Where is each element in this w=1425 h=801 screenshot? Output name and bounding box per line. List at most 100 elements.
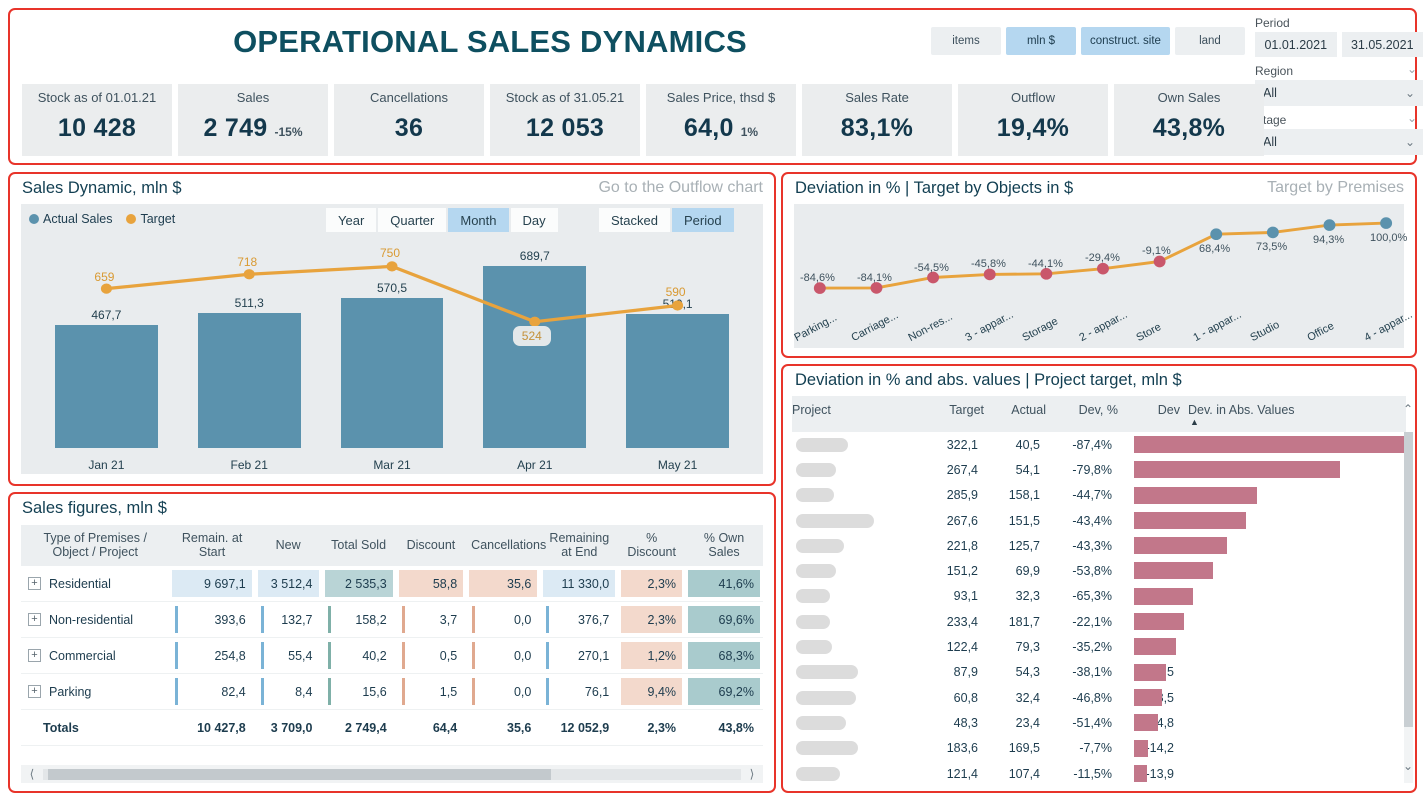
granularity-tab-quarter[interactable]: Quarter xyxy=(378,208,447,232)
kpi-card-6[interactable]: Outflow 19,4% xyxy=(958,84,1108,156)
table-row[interactable]: 322,140,5-87,4%-281,6 xyxy=(792,432,1406,457)
expand-icon[interactable]: + xyxy=(28,613,41,627)
cell-value: 9,4% xyxy=(621,678,683,706)
unit-toggle-1[interactable]: mln $ xyxy=(1006,27,1076,55)
scroll-left-arrow[interactable]: ⟨ xyxy=(21,767,43,781)
expand-icon[interactable]: + xyxy=(28,685,41,699)
unit-toggle-2[interactable]: construct. site xyxy=(1081,27,1170,55)
region-select[interactable]: All ⌄ xyxy=(1255,80,1423,106)
redacted-project-name xyxy=(796,741,858,756)
cell-2: 158,2 xyxy=(321,601,396,639)
kpi-card-3[interactable]: Stock as of 31.05.21 12 053 xyxy=(490,84,640,156)
sales-figures-title: Sales figures, mln $ xyxy=(22,499,167,517)
deviation-bar-cell xyxy=(1134,761,1406,785)
kpi-card-7[interactable]: Own Sales 43,8% xyxy=(1114,84,1264,156)
page-title: OPERATIONAL SALES DYNAMICS xyxy=(233,24,747,59)
deviation-point-6[interactable] xyxy=(1153,255,1166,268)
table-row[interactable]: 151,269,9-53,8%-81,3 xyxy=(792,558,1406,583)
row-name: + Residential xyxy=(21,577,169,591)
deviation-column-5[interactable]: Dev. in Abs. Values ▲ xyxy=(1180,403,1406,427)
scrollbar-thumb[interactable] xyxy=(1404,432,1413,727)
expand-icon[interactable]: + xyxy=(28,577,41,590)
target-point-0[interactable] xyxy=(100,283,112,294)
granularity-tab-month[interactable]: Month xyxy=(448,208,509,232)
expand-icon[interactable]: + xyxy=(28,649,41,663)
kpi-card-4[interactable]: Sales Price, thsd $ 64,0 1% xyxy=(646,84,796,156)
scrollbar-track[interactable] xyxy=(43,768,741,780)
kpi-delta: 1% xyxy=(740,124,759,139)
table-row[interactable]: + Parking 82,4 8,4 15,6 1,5 0,0 76,1 9,4% 69,2% xyxy=(21,673,763,711)
scroll-right-arrow[interactable]: ⟩ xyxy=(741,767,763,781)
horizontal-scrollbar[interactable]: ⟨ ⟩ xyxy=(21,765,763,783)
table-row[interactable]: 267,454,1-79,8%-213,3 xyxy=(792,457,1406,482)
target-line-series xyxy=(100,261,684,327)
scroll-up-arrow[interactable]: ⌃ xyxy=(1403,402,1413,416)
deviation-column-4[interactable]: Dev xyxy=(1118,403,1180,417)
table-row[interactable]: 48,3 23,4 -51,4% -24,8 xyxy=(792,710,1406,735)
table-row[interactable]: 233,4181,7-22,1%-51,7 xyxy=(792,609,1406,634)
vertical-scrollbar[interactable] xyxy=(1404,432,1413,783)
table-row[interactable]: + Non-residential 393,6 132,7 158,2 3,7 0,0 376… xyxy=(21,601,763,639)
kpi-card-0[interactable]: Stock as of 01.01.21 10 428 xyxy=(22,84,172,156)
deviation-column-0[interactable]: Project xyxy=(792,403,912,417)
go-to-outflow-chart-link[interactable]: Go to the Outflow chart xyxy=(598,179,763,197)
date-from-input[interactable]: 01.01.2021 xyxy=(1255,32,1337,57)
deviation-point-10[interactable] xyxy=(1380,217,1393,229)
granularity-tab-year[interactable]: Year xyxy=(326,208,377,232)
kpi-value-row: 2 749 -15% xyxy=(203,114,302,143)
cell-2: 32,4 xyxy=(1015,690,1040,705)
unit-toggle-0[interactable]: items xyxy=(931,27,1001,55)
deviation-point-5[interactable] xyxy=(1097,262,1109,275)
kpi-value-row: 64,0 1% xyxy=(684,114,758,143)
table-row[interactable]: 221,8125,7-43,3%-96,1 xyxy=(792,533,1406,558)
target-point-4[interactable] xyxy=(672,300,684,311)
deviation-point-8[interactable] xyxy=(1266,226,1279,239)
kpi-card-1[interactable]: Sales 2 749 -15% xyxy=(178,84,328,156)
mode-tab-period[interactable]: Period xyxy=(671,208,734,232)
table-row[interactable]: 285,9158,1-44,7%-127,8 xyxy=(792,483,1406,508)
deviation-column-2[interactable]: Actual xyxy=(984,403,1046,417)
unit-toggle-3[interactable]: land xyxy=(1174,27,1245,55)
deviation-point-9[interactable] xyxy=(1323,219,1336,231)
deviation-label-10: 100,0% xyxy=(1370,231,1408,244)
cell-1: 267,6 xyxy=(946,513,978,528)
scrollbar-thumb[interactable] xyxy=(48,768,551,780)
granularity-tab-day[interactable]: Day xyxy=(510,208,558,232)
table-row[interactable]: 93,132,3-65,3%-60,8 xyxy=(792,584,1406,609)
cell-5: 11 330,0 xyxy=(540,565,619,603)
column-header-7: % Discount xyxy=(618,525,686,566)
table-row[interactable]: + Commercial 254,8 55,4 40,2 0,5 0,0 270,1 1,2% 6… xyxy=(21,637,763,675)
totals-cell-0: 10 427,8 xyxy=(169,709,255,747)
table-row[interactable]: + Residential 9 697,1 3 512,4 2 535,3 58,8 35,… xyxy=(21,565,763,603)
scroll-down-arrow[interactable]: ⌄ xyxy=(1403,759,1413,773)
table-row[interactable]: 183,6 169,5 -7,7% -14,2 xyxy=(792,736,1406,761)
deviation-point-7[interactable] xyxy=(1210,228,1223,241)
totals-value: 2,3% xyxy=(647,720,677,735)
cell-5: 76,1 xyxy=(540,673,619,711)
table-row[interactable]: 87,954,3-38,1%-33,5 xyxy=(792,660,1406,685)
target-point-1[interactable] xyxy=(243,269,255,280)
deviation-column-3[interactable]: Dev, % xyxy=(1046,403,1118,417)
cell-6: 2,3% xyxy=(618,565,686,603)
project-name-cell xyxy=(792,564,912,579)
region-label: Region xyxy=(1255,64,1294,78)
target-by-premises-link[interactable]: Target by Premises xyxy=(1267,179,1404,197)
table-row[interactable]: 121,4 107,4 -11,5% -13,9 xyxy=(792,761,1406,785)
target-value-label-0: 659 xyxy=(94,270,115,285)
target-point-2[interactable] xyxy=(386,261,398,272)
date-to-input[interactable]: 31.05.2021 xyxy=(1341,32,1423,57)
x-tick-2: Mar 21 xyxy=(373,458,411,472)
totals-value: 43,8% xyxy=(718,720,754,735)
deviation-column-label: Dev xyxy=(1157,403,1180,417)
deviation-bar xyxy=(1134,739,1148,757)
kpi-card-2[interactable]: Cancellations 36 xyxy=(334,84,484,156)
mode-tab-stacked[interactable]: Stacked xyxy=(599,208,670,232)
deviation-column-1[interactable]: Target xyxy=(912,403,984,417)
stage-select[interactable]: All ⌄ xyxy=(1255,129,1423,155)
table-row[interactable]: 267,6151,5-43,4%-116,1 xyxy=(792,508,1406,533)
cell-7: 41,6% xyxy=(685,565,763,603)
cell-0: 254,8 xyxy=(169,637,255,675)
table-row[interactable]: 60,832,4-46,8%-28,5 xyxy=(792,685,1406,710)
table-row[interactable]: 122,479,3-35,2%-43,1 xyxy=(792,634,1406,659)
kpi-card-5[interactable]: Sales Rate 83,1% xyxy=(802,84,952,156)
